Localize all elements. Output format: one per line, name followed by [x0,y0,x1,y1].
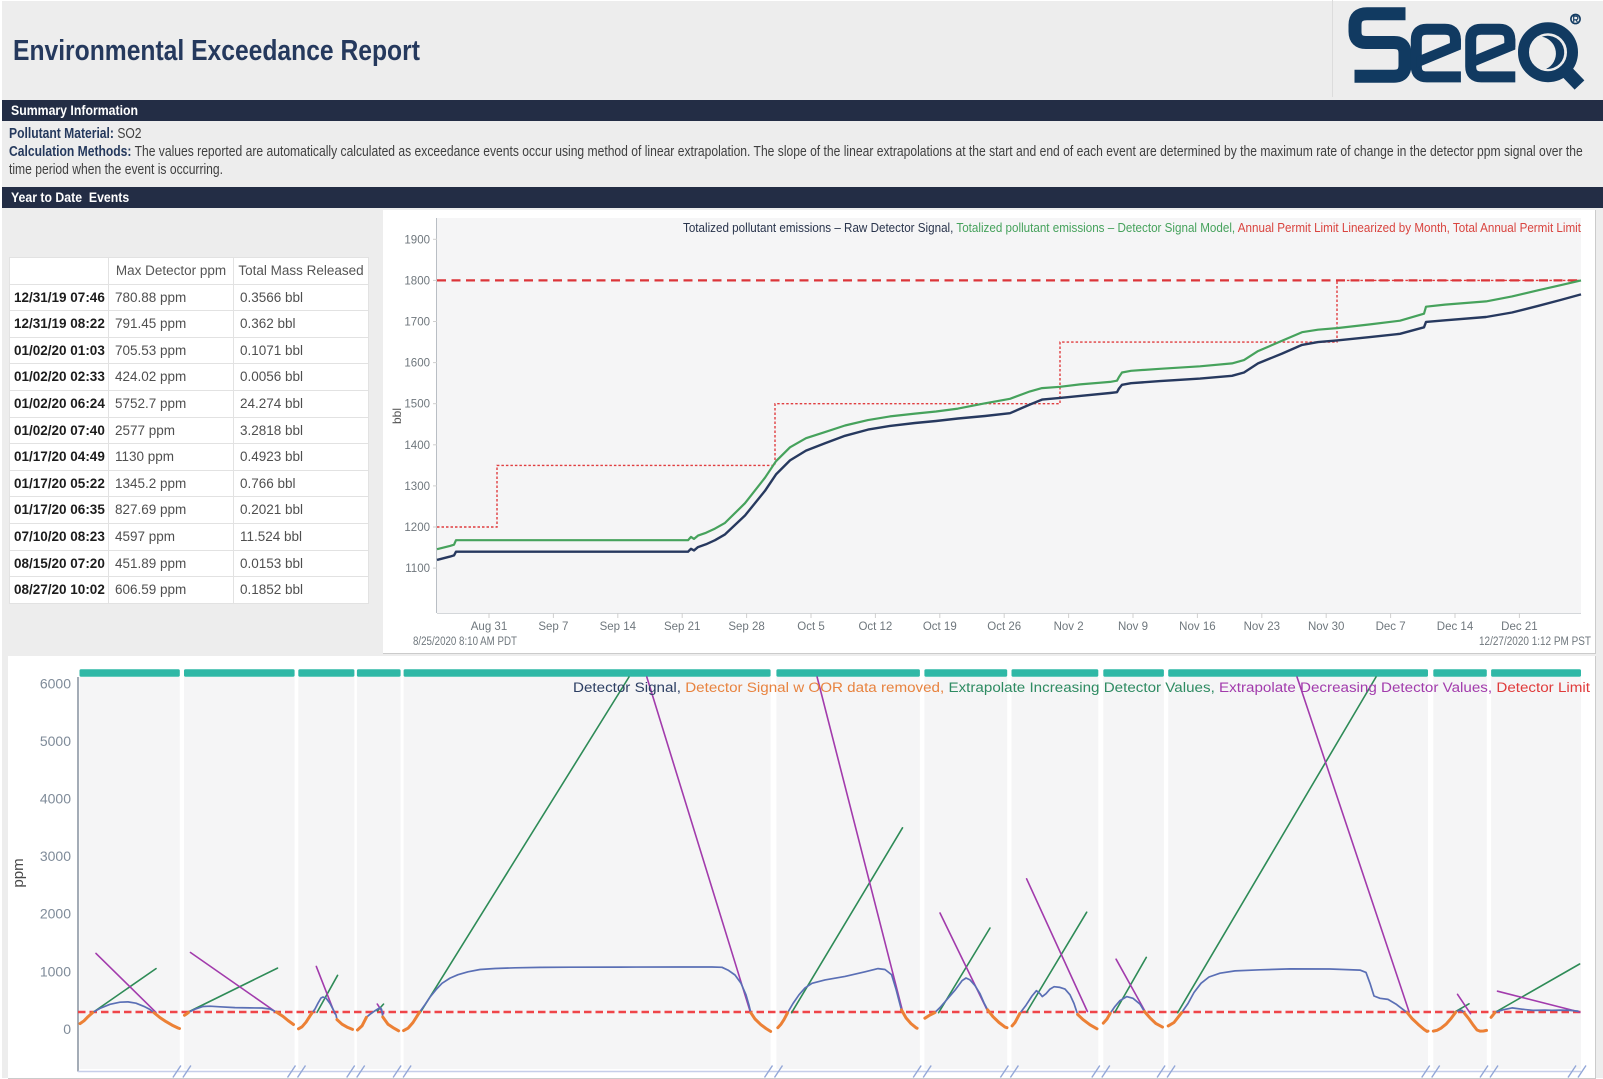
svg-text:Aug 31: Aug 31 [471,621,507,633]
svg-text:1900: 1900 [404,234,430,246]
svg-text:Oct 26: Oct 26 [987,621,1021,633]
svg-text:Nov 23: Nov 23 [1244,621,1280,633]
svg-text:Dec 7: Dec 7 [1376,621,1406,633]
svg-text:Oct 5: Oct 5 [797,621,824,633]
svg-text:Dec 14: Dec 14 [1437,621,1474,633]
svg-text:8/25/2020 8:10 AM PDT: 8/25/2020 8:10 AM PDT [413,636,517,648]
svg-text:Oct 12: Oct 12 [858,621,892,633]
svg-text:Oct 19: Oct 19 [923,621,957,633]
svg-text:Sep 21: Sep 21 [664,621,700,633]
svg-text:1800: 1800 [404,275,430,287]
svg-text:1300: 1300 [404,481,430,493]
svg-text:Nov 9: Nov 9 [1118,621,1148,633]
svg-text:Totalized pollutant emissions: Totalized pollutant emissions – Raw Dete… [683,221,1581,235]
svg-text:Sep 28: Sep 28 [728,621,764,633]
svg-text:6000: 6000 [40,675,71,691]
svg-text:1200: 1200 [404,522,430,534]
svg-text:1600: 1600 [404,358,430,370]
svg-text:1100: 1100 [405,563,430,575]
svg-text:bbl: bbl [390,408,404,424]
svg-text:2000: 2000 [40,906,71,922]
svg-text:1400: 1400 [404,440,430,452]
svg-text:Nov 30: Nov 30 [1308,621,1344,633]
svg-text:12/27/2020 1:12 PM PST: 12/27/2020 1:12 PM PST [1479,636,1591,648]
svg-text:1000: 1000 [40,963,71,979]
svg-text:1700: 1700 [404,317,430,329]
svg-text:ppm: ppm [10,858,27,887]
svg-text:1500: 1500 [404,399,430,411]
svg-text:Sep 14: Sep 14 [600,621,637,633]
svg-text:Detector Signal, Detector Sign: Detector Signal, Detector Signal w OOR d… [573,680,1590,695]
svg-text:0: 0 [63,1021,71,1037]
svg-text:Sep 7: Sep 7 [538,621,568,633]
svg-text:Dec 21: Dec 21 [1501,621,1537,633]
svg-text:4000: 4000 [40,791,71,807]
svg-text:5000: 5000 [40,733,71,749]
svg-text:3000: 3000 [40,848,71,864]
svg-text:Nov 16: Nov 16 [1179,621,1215,633]
svg-text:Nov 2: Nov 2 [1054,621,1084,633]
